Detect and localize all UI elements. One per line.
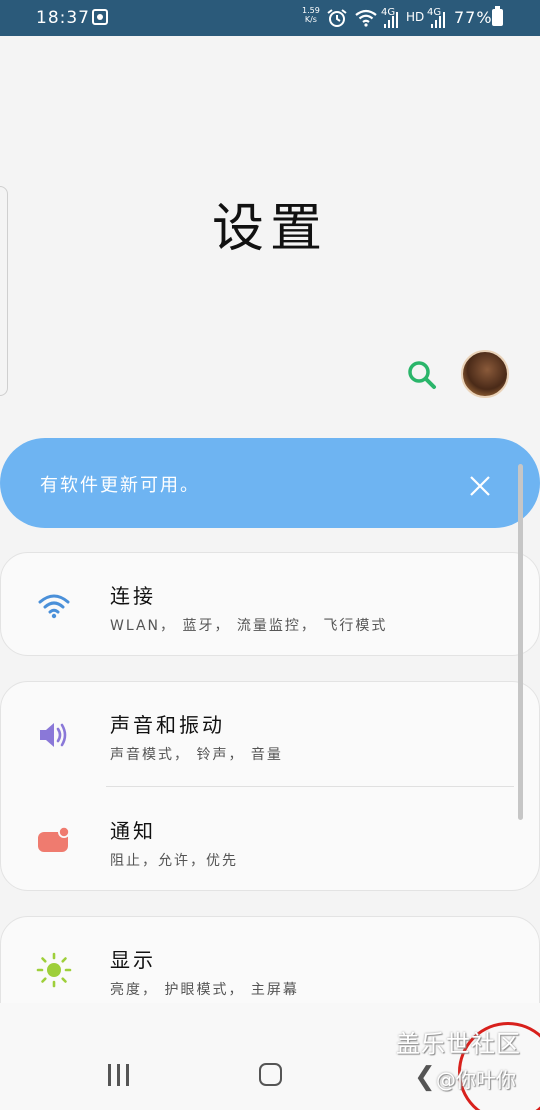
close-icon[interactable] xyxy=(466,472,494,500)
update-banner-text: 有软件更新可用。 xyxy=(40,475,200,496)
settings-item-title: 声音和振动 xyxy=(110,713,225,737)
speed-unit: K/s xyxy=(304,15,317,24)
settings-item-connections[interactable]: 连接 WLAN， 蓝牙， 流量监控， 飞行模式 xyxy=(0,552,540,656)
search-icon[interactable] xyxy=(404,357,440,393)
watermark-title: 盖乐世社区 xyxy=(396,1030,521,1058)
settings-item-title: 连接 xyxy=(110,584,156,608)
alarm-icon xyxy=(327,9,347,27)
settings-item-sound[interactable]: 声音和振动 声音模式， 铃声， 音量 xyxy=(0,681,540,785)
settings-item-title: 通知 xyxy=(110,819,156,843)
gallery-notification-icon xyxy=(92,9,108,25)
watermark-subtitle: @你叶你 xyxy=(436,1068,516,1092)
settings-item-notifications[interactable]: 通知 阻止，允许，优先 xyxy=(0,787,540,891)
scrollbar[interactable] xyxy=(518,464,523,820)
recent-apps-button[interactable] xyxy=(108,1064,132,1086)
signal-icon-2 xyxy=(431,12,445,28)
wifi-icon xyxy=(38,594,70,619)
wifi-status-icon xyxy=(355,9,377,27)
home-button[interactable] xyxy=(259,1063,282,1086)
clock: 18:37 xyxy=(36,8,90,28)
speaker-icon xyxy=(40,723,67,747)
settings-item-subtitle: WLAN， 蓝牙， 流量监控， 飞行模式 xyxy=(110,618,388,634)
hd-badge: HD xyxy=(406,10,425,24)
sun-icon xyxy=(36,952,72,988)
battery-icon xyxy=(492,6,503,26)
settings-item-subtitle: 阻止，允许，优先 xyxy=(110,853,238,869)
page-title: 设置 xyxy=(211,199,328,259)
notification-icon xyxy=(38,826,70,852)
settings-item-subtitle: 声音模式， 铃声， 音量 xyxy=(110,747,283,763)
speed-value: 1.59 xyxy=(302,6,320,15)
network-speed: 1.59 K/s xyxy=(302,6,320,24)
update-banner[interactable]: 有软件更新可用。 xyxy=(0,438,540,528)
back-button[interactable]: ❮ xyxy=(414,1062,436,1092)
settings-item-title: 显示 xyxy=(110,948,156,972)
battery-percent: 77% xyxy=(454,8,493,27)
status-bar: 18:37 1.59 K/s 4G HD 4G 77% xyxy=(0,0,540,36)
profile-avatar[interactable] xyxy=(461,350,509,398)
signal-icon-1 xyxy=(384,12,398,28)
settings-item-subtitle: 亮度， 护眼模式， 主屏幕 xyxy=(110,982,299,998)
